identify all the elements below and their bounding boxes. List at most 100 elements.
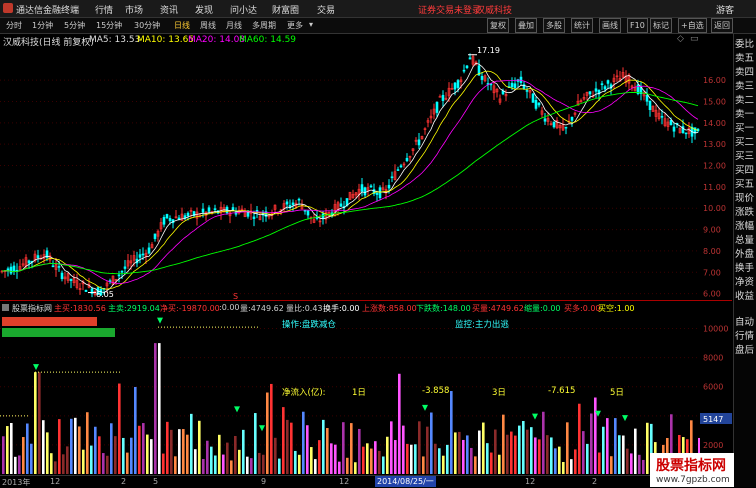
side-b5[interactable]: 买五 (735, 178, 756, 192)
period-1min[interactable]: 1分钟 (30, 19, 55, 32)
volume-bar (350, 423, 353, 474)
period-5min[interactable]: 5分钟 (62, 19, 87, 32)
arrow-down-icon (532, 413, 538, 420)
mark-button[interactable]: 标记 (650, 18, 672, 33)
menu-ask[interactable]: 问小达 (230, 3, 257, 16)
candle-body (531, 93, 535, 103)
ind-blank: :0.00 (219, 303, 240, 312)
volume-tick-label: 10000 (703, 325, 728, 334)
add-watchlist-button[interactable]: +自选 (678, 18, 707, 33)
period-15min[interactable]: 15分钟 (94, 19, 124, 32)
candle-body (12, 265, 16, 272)
buy-strength-bar (2, 317, 97, 326)
side-eps[interactable]: 收益 (735, 290, 756, 304)
multi-stock-button[interactable]: 多股 (543, 18, 565, 33)
volume-bar (382, 456, 385, 474)
indicator-name[interactable]: 股票指标网 (12, 303, 52, 314)
settings-icon[interactable]: ◇ (677, 34, 684, 44)
candle-body (462, 69, 466, 72)
side-s1[interactable]: 卖一 (735, 108, 756, 122)
volume-bar (430, 412, 433, 474)
volume-bar (486, 443, 489, 474)
period-30min[interactable]: 30分钟 (132, 19, 162, 32)
period-weekly[interactable]: 周线 (198, 19, 218, 32)
pane-divider[interactable] (0, 300, 732, 301)
period-daily[interactable]: 日线 (172, 19, 192, 32)
side-netasset[interactable]: 净资 (735, 276, 756, 290)
volume-bar (418, 421, 421, 474)
volume-bar (554, 448, 557, 474)
back-button[interactable]: 返回 (711, 18, 733, 33)
menu-market[interactable]: 市场 (125, 3, 143, 16)
side-s3[interactable]: 卖三 (735, 80, 756, 94)
draw-line-button[interactable]: 画线 (599, 18, 621, 33)
time-label-12c: 12 (525, 477, 536, 486)
indicator-menu-icon[interactable] (2, 304, 9, 311)
volume-indicator-chart[interactable] (0, 314, 700, 474)
side-wb[interactable]: 委比 (735, 38, 756, 52)
candle-body (513, 83, 517, 89)
side-auto[interactable]: 自动 (735, 316, 756, 330)
volume-bar (538, 439, 541, 474)
volume-bar (386, 436, 389, 474)
side-quote[interactable]: 行情 (735, 330, 756, 344)
side-s5[interactable]: 卖五 (735, 52, 756, 66)
volume-bar (602, 426, 605, 474)
stats-button[interactable]: 统计 (571, 18, 593, 33)
arrow-down-icon (259, 425, 265, 432)
candle-body (123, 266, 127, 269)
adjust-button[interactable]: 复权 (487, 18, 509, 33)
side-b2[interactable]: 买二 (735, 136, 756, 150)
candle-body (594, 88, 598, 92)
netflow-1d-label: 1日 (352, 388, 366, 398)
guest-label[interactable]: 游客 (716, 3, 734, 16)
menu-news[interactable]: 资讯 (160, 3, 178, 16)
login-notice[interactable]: 证券交易未登录 (418, 3, 481, 16)
volume-bar (202, 458, 205, 474)
stock-name-notice: 汉威科技 (476, 6, 513, 16)
chevron-down-icon[interactable]: ▾ (307, 19, 315, 30)
candle-body (417, 139, 421, 146)
f10-button[interactable]: F10 (627, 18, 648, 33)
side-volume[interactable]: 总量 (735, 234, 756, 248)
volume-bar (494, 429, 497, 474)
volume-bar (78, 426, 81, 474)
period-monthly[interactable]: 月线 (224, 19, 244, 32)
quote-side-panel: 委比 卖五 卖四 卖三 卖二 卖一 买一 买二 买三 买四 买五 现价 涨跌 涨… (733, 34, 756, 487)
candle-body (375, 192, 379, 195)
side-price[interactable]: 现价 (735, 192, 756, 206)
volume-bar (534, 437, 537, 474)
volume-bar (594, 397, 597, 474)
candle-body (600, 83, 604, 85)
side-outer[interactable]: 外盘 (735, 248, 756, 262)
volume-tick-label: 6000 (703, 383, 723, 392)
time-label-2b: 2 (592, 477, 598, 486)
side-pct[interactable]: 涨幅 (735, 220, 756, 234)
volume-bar (622, 435, 625, 474)
side-change[interactable]: 涨跌 (735, 206, 756, 220)
candle-body (564, 126, 568, 129)
menu-discover[interactable]: 发现 (195, 3, 213, 16)
side-turnover[interactable]: 换手 (735, 262, 756, 276)
side-s4[interactable]: 卖四 (735, 66, 756, 80)
menu-wealth[interactable]: 财富圈 (272, 3, 299, 16)
volume-bar (334, 444, 337, 474)
side-b4[interactable]: 买四 (735, 164, 756, 178)
period-fenshi[interactable]: 分时 (4, 19, 24, 32)
period-more[interactable]: 更多 (285, 19, 305, 32)
ind-down-count: 下跌数:148.00 (416, 304, 471, 313)
volume-bar (326, 428, 329, 474)
side-b3[interactable]: 买三 (735, 150, 756, 164)
side-afterhours[interactable]: 盘后 (735, 344, 756, 358)
side-b1[interactable]: 买一 (735, 122, 756, 136)
volume-bar (390, 421, 393, 474)
side-s2[interactable]: 卖二 (735, 94, 756, 108)
menu-trade[interactable]: 交易 (317, 3, 335, 16)
candle-body (672, 126, 676, 132)
candlestick-chart[interactable] (0, 46, 700, 300)
fullscreen-icon[interactable]: ▭ (690, 34, 699, 44)
overlay-button[interactable]: 叠加 (515, 18, 537, 33)
period-multi[interactable]: 多周期 (250, 19, 278, 32)
menu-market-quote[interactable]: 行情 (95, 3, 113, 16)
volume-bar (126, 452, 129, 474)
